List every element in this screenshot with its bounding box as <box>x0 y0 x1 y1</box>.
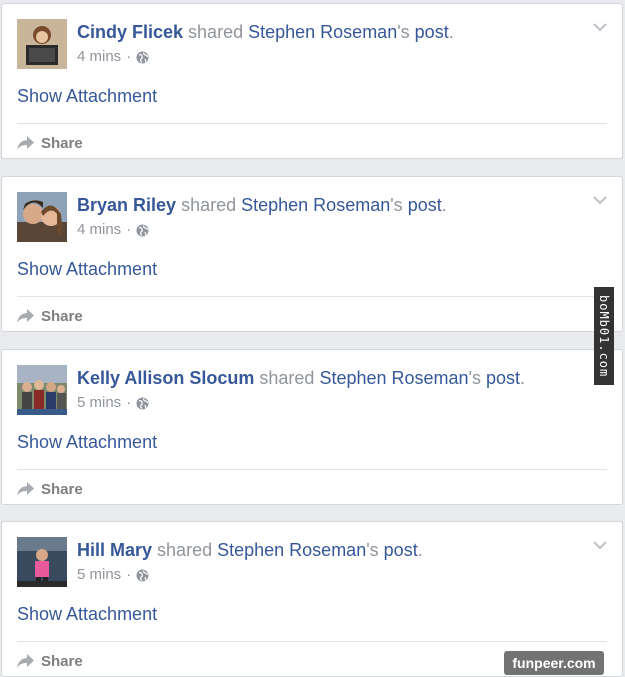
share-button[interactable]: Share <box>16 305 83 327</box>
avatar[interactable] <box>17 192 67 242</box>
avatar[interactable] <box>17 537 67 587</box>
owner-name-link[interactable]: Stephen Roseman <box>319 368 468 388</box>
divider <box>17 469 607 470</box>
bottom-watermark: funpeer.com <box>504 651 604 675</box>
verb-text: shared <box>157 540 213 560</box>
post-link[interactable]: post <box>486 368 520 388</box>
period-text: . <box>441 195 447 215</box>
feed-post: Bryan Riley shared Stephen Roseman's pos… <box>1 176 623 332</box>
globe-icon <box>136 397 149 410</box>
share-arrow-icon <box>17 482 34 496</box>
show-attachment-link[interactable]: Show Attachment <box>17 258 157 280</box>
possessive-text: 's <box>397 22 410 42</box>
timestamp-link[interactable]: 4 mins <box>77 48 121 66</box>
chevron-down-icon[interactable] <box>592 20 608 32</box>
post-meta: 5 mins · <box>77 566 149 584</box>
share-arrow-icon <box>17 136 34 150</box>
globe-icon <box>136 51 149 64</box>
post-headline: Kelly Allison Slocum shared Stephen Rose… <box>77 367 582 389</box>
timestamp-link[interactable]: 4 mins <box>77 221 121 239</box>
share-label: Share <box>41 480 83 498</box>
actor-name-link[interactable]: Kelly Allison Slocum <box>77 368 254 388</box>
verb-text: shared <box>188 22 244 42</box>
actor-name-link[interactable]: Bryan Riley <box>77 195 176 215</box>
show-attachment-link[interactable]: Show Attachment <box>17 85 157 107</box>
chevron-down-icon[interactable] <box>592 193 608 205</box>
feed-post: Cindy Flicek shared Stephen Roseman's po… <box>1 3 623 159</box>
meta-separator: · <box>126 566 132 583</box>
avatar[interactable] <box>17 19 67 69</box>
actor-name-link[interactable]: Hill Mary <box>77 540 152 560</box>
share-label: Share <box>41 652 83 670</box>
chevron-down-icon[interactable] <box>592 538 608 550</box>
period-text: . <box>448 22 454 42</box>
post-meta: 4 mins · <box>77 48 149 66</box>
possessive-text: 's <box>366 540 379 560</box>
divider <box>17 641 607 642</box>
post-headline: Hill Mary shared Stephen Roseman's post. <box>77 539 582 561</box>
share-arrow-icon <box>17 309 34 323</box>
owner-name-link[interactable]: Stephen Roseman <box>248 22 397 42</box>
news-feed: Cindy Flicek shared Stephen Roseman's po… <box>0 0 625 677</box>
timestamp-link[interactable]: 5 mins <box>77 394 121 412</box>
avatar[interactable] <box>17 365 67 415</box>
share-button[interactable]: Share <box>16 650 83 672</box>
post-link[interactable]: post <box>415 22 449 42</box>
divider <box>17 123 607 124</box>
owner-name-link[interactable]: Stephen Roseman <box>241 195 390 215</box>
meta-separator: · <box>126 394 132 411</box>
side-watermark: boMb01.com <box>594 287 614 385</box>
post-headline: Cindy Flicek shared Stephen Roseman's po… <box>77 21 582 43</box>
share-label: Share <box>41 134 83 152</box>
show-attachment-link[interactable]: Show Attachment <box>17 431 157 453</box>
possessive-text: 's <box>468 368 481 388</box>
post-meta: 4 mins · <box>77 221 149 239</box>
meta-separator: · <box>126 221 132 238</box>
feed-post: Kelly Allison Slocum shared Stephen Rose… <box>1 349 623 505</box>
side-watermark-text: boMb01.com <box>597 294 611 378</box>
period-text: . <box>417 540 423 560</box>
divider <box>17 296 607 297</box>
globe-icon <box>136 224 149 237</box>
share-arrow-icon <box>17 654 34 668</box>
share-button[interactable]: Share <box>16 132 83 154</box>
verb-text: shared <box>181 195 237 215</box>
timestamp-link[interactable]: 5 mins <box>77 566 121 584</box>
possessive-text: 's <box>390 195 403 215</box>
actor-name-link[interactable]: Cindy Flicek <box>77 22 183 42</box>
globe-icon <box>136 569 149 582</box>
show-attachment-link[interactable]: Show Attachment <box>17 603 157 625</box>
post-link[interactable]: post <box>408 195 442 215</box>
verb-text: shared <box>259 368 315 388</box>
post-meta: 5 mins · <box>77 394 149 412</box>
post-link[interactable]: post <box>384 540 418 560</box>
share-label: Share <box>41 307 83 325</box>
owner-name-link[interactable]: Stephen Roseman <box>217 540 366 560</box>
share-button[interactable]: Share <box>16 478 83 500</box>
post-headline: Bryan Riley shared Stephen Roseman's pos… <box>77 194 582 216</box>
meta-separator: · <box>126 48 132 65</box>
period-text: . <box>520 368 526 388</box>
